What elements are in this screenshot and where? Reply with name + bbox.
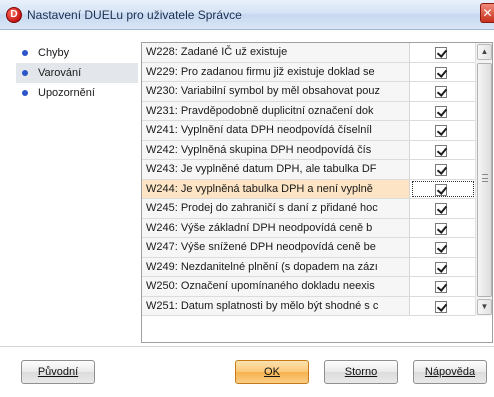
enabled-checkbox[interactable] (435, 164, 447, 176)
category-item-upozorneni[interactable]: Upozornění (16, 83, 138, 103)
message-text: W229: Pro zadanou firmu již existuje dok… (142, 62, 410, 81)
table-row[interactable]: W249: Nezdanitelné plnění (s dopadem na … (142, 257, 476, 277)
enabled-cell (410, 62, 476, 81)
message-text: W243: Je vyplněné datum DPH, ale tabulka… (142, 160, 410, 179)
scroll-up-arrow-icon[interactable]: ▲ (477, 44, 492, 60)
divider (0, 346, 494, 347)
message-text: W245: Prodej do zahraničí s daní z přida… (142, 199, 410, 218)
enabled-checkbox[interactable] (435, 105, 447, 118)
message-text: W247: Výše snížené DPH neodpovídá ceně b… (142, 238, 410, 257)
category-list: Chyby Varování Upozornění (16, 43, 138, 343)
cancel-button[interactable]: Storno (324, 360, 398, 384)
grip-icon (482, 174, 488, 182)
scroll-down-arrow-icon[interactable]: ▼ (477, 299, 492, 315)
table-row[interactable]: W241: Vyplnění data DPH neodpovídá čísel… (142, 121, 476, 141)
close-button[interactable]: ✕ (480, 3, 494, 23)
table-row[interactable]: W231: Pravděpodobně duplicitní označení … (142, 101, 476, 121)
enabled-cell (410, 218, 476, 237)
category-item-varovani[interactable]: Varování (16, 63, 138, 83)
dialog-body: Chyby Varování Upozornění W228: Zadané I… (0, 30, 494, 397)
message-text: W230: Variabilní symbol by měl obsahovat… (142, 82, 410, 101)
enabled-checkbox[interactable] (435, 261, 447, 274)
enabled-checkbox[interactable] (435, 203, 447, 215)
enabled-checkbox[interactable] (435, 125, 447, 137)
message-text: W241: Vyplnění data DPH neodpovídá čísel… (142, 121, 410, 140)
table-row[interactable]: W242: Vyplněná skupina DPH neodpovídá čí… (142, 140, 476, 160)
enabled-cell (410, 179, 476, 198)
scroll-thumb[interactable] (477, 63, 492, 297)
enabled-cell (410, 160, 476, 179)
enabled-cell (410, 238, 476, 257)
table-row[interactable]: W229: Pro zadanou firmu již existuje dok… (142, 62, 476, 82)
default-settings-button[interactable]: Původní (21, 360, 95, 384)
enabled-cell (410, 121, 476, 140)
message-text: W250: Označení upomínaného dokladu neexi… (142, 277, 410, 296)
table-row[interactable]: W247: Výše snížené DPH neodpovídá ceně b… (142, 238, 476, 258)
enabled-cell (410, 101, 476, 120)
table-row[interactable]: W245: Prodej do zahraničí s daní z přida… (142, 199, 476, 219)
bullet-icon (22, 70, 28, 76)
bullet-icon (22, 50, 28, 56)
message-text: W231: Pravděpodobně duplicitní označení … (142, 101, 410, 120)
category-label: Upozornění (38, 87, 95, 99)
enabled-checkbox[interactable] (435, 300, 447, 313)
enabled-cell (410, 43, 476, 62)
enabled-cell (410, 82, 476, 101)
category-label: Varování (38, 67, 82, 79)
enabled-checkbox[interactable] (435, 222, 447, 235)
enabled-checkbox[interactable] (435, 281, 447, 293)
enabled-cell (410, 199, 476, 218)
table-row[interactable]: W244: Je vyplněná tabulka DPH a není vyp… (142, 179, 476, 199)
enabled-checkbox[interactable] (435, 242, 447, 254)
message-text: W249: Nezdanitelné plnění (s dopadem na … (142, 257, 410, 276)
bullet-icon (22, 90, 28, 96)
enabled-cell (410, 140, 476, 159)
table-row[interactable]: W246: Výše základní DPH neodpovídá ceně … (142, 218, 476, 238)
ok-button[interactable]: OK (235, 360, 309, 384)
enabled-checkbox[interactable] (435, 144, 447, 157)
app-icon: D (6, 7, 22, 23)
table-row[interactable]: W230: Variabilní symbol by měl obsahovat… (142, 82, 476, 102)
window-title: Nastavení DUELu pro uživatele Správce (27, 8, 242, 22)
table-row[interactable]: W251: Datum splatnosti by mělo být shodn… (142, 296, 476, 316)
message-text: W246: Výše základní DPH neodpovídá ceně … (142, 218, 410, 237)
table-row[interactable]: W243: Je vyplněné datum DPH, ale tabulka… (142, 160, 476, 180)
enabled-checkbox[interactable] (435, 86, 447, 98)
vertical-scrollbar[interactable]: ▲ ▼ (475, 43, 492, 316)
message-grid-body: W228: Zadané IČ už existuje W229: Pro zad… (142, 43, 476, 316)
category-item-chyby[interactable]: Chyby (16, 43, 138, 63)
message-text: W228: Zadané IČ už existuje (142, 43, 410, 62)
message-grid: W228: Zadané IČ už existuje W229: Pro zad… (141, 42, 493, 343)
category-label: Chyby (38, 47, 70, 59)
table-row[interactable]: W250: Označení upomínaného dokladu neexi… (142, 277, 476, 297)
table-row[interactable]: W228: Zadané IČ už existuje (142, 43, 476, 63)
enabled-cell (410, 296, 476, 315)
enabled-checkbox[interactable] (435, 66, 447, 79)
title-bar: D Nastavení DUELu pro uživatele Správce … (0, 0, 494, 30)
enabled-checkbox[interactable] (435, 183, 447, 196)
enabled-checkbox[interactable] (435, 47, 447, 59)
help-button[interactable]: Nápověda (413, 360, 487, 384)
message-text: W244: Je vyplněná tabulka DPH a není vyp… (142, 179, 410, 198)
enabled-cell (410, 277, 476, 296)
message-text: W242: Vyplněná skupina DPH neodpovídá čí… (142, 140, 410, 159)
enabled-cell (410, 257, 476, 276)
message-text: W251: Datum splatnosti by mělo být shodn… (142, 296, 410, 315)
